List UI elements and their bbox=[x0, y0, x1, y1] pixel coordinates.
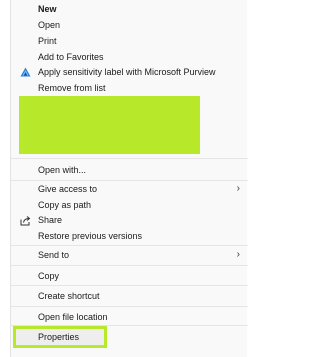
menu-item-copy[interactable]: Copy bbox=[11, 268, 248, 284]
menu-item-apply-sensitivity-label-text: Apply sensitivity label with Microsoft P… bbox=[38, 67, 216, 77]
menu-separator bbox=[11, 245, 248, 246]
menu-item-apply-sensitivity-label[interactable]: Apply sensitivity label with Microsoft P… bbox=[11, 64, 248, 80]
menu-item-properties[interactable]: Properties bbox=[13, 326, 107, 348]
menu-item-restore-previous-versions-label: Restore previous versions bbox=[38, 231, 143, 241]
menu-item-send-to[interactable]: Send to › bbox=[11, 247, 248, 263]
menu-item-remove-from-list-label: Remove from list bbox=[38, 83, 106, 93]
menu-item-open-label: Open bbox=[38, 20, 61, 30]
share-icon bbox=[20, 215, 31, 226]
redaction-highlight-block bbox=[19, 96, 200, 154]
menu-item-copy-label: Copy bbox=[38, 271, 60, 281]
menu-item-open-with[interactable]: Open with... bbox=[11, 162, 248, 178]
menu-separator bbox=[11, 285, 248, 286]
menu-item-give-access-to[interactable]: Give access to › bbox=[11, 181, 248, 197]
purview-sensitivity-icon bbox=[20, 67, 31, 78]
menu-item-create-shortcut-label: Create shortcut bbox=[38, 291, 100, 301]
menu-separator bbox=[11, 306, 248, 307]
menu-separator bbox=[11, 158, 248, 159]
menu-item-properties-label: Properties bbox=[38, 332, 80, 342]
menu-item-new-label: New bbox=[38, 4, 57, 14]
chevron-right-icon: › bbox=[236, 249, 240, 260]
menu-item-give-access-to-label: Give access to bbox=[38, 184, 98, 194]
menu-item-print[interactable]: Print bbox=[11, 33, 248, 49]
menu-item-restore-previous-versions[interactable]: Restore previous versions bbox=[11, 228, 248, 244]
menu-item-send-to-label: Send to bbox=[38, 250, 70, 260]
menu-item-share[interactable]: Share bbox=[11, 212, 248, 228]
menu-item-copy-as-path[interactable]: Copy as path bbox=[11, 197, 248, 213]
menu-item-create-shortcut[interactable]: Create shortcut bbox=[11, 288, 248, 304]
menu-item-print-label: Print bbox=[38, 36, 57, 46]
menu-item-open-file-location-label: Open file location bbox=[38, 312, 108, 322]
menu-separator bbox=[11, 265, 248, 266]
context-menu: New Open Print Add to Favorites Apply se… bbox=[10, 0, 248, 357]
menu-item-remove-from-list[interactable]: Remove from list bbox=[11, 80, 248, 96]
chevron-right-icon: › bbox=[236, 183, 240, 194]
menu-item-open-file-location[interactable]: Open file location bbox=[11, 309, 248, 325]
menu-item-open[interactable]: Open bbox=[11, 17, 248, 33]
menu-item-add-to-favorites-label: Add to Favorites bbox=[38, 52, 104, 62]
menu-item-open-with-label: Open with... bbox=[38, 165, 87, 175]
menu-item-new[interactable]: New bbox=[11, 1, 248, 17]
menu-item-copy-as-path-label: Copy as path bbox=[38, 200, 92, 210]
menu-item-share-label: Share bbox=[38, 215, 63, 225]
menu-item-add-to-favorites[interactable]: Add to Favorites bbox=[11, 49, 248, 65]
